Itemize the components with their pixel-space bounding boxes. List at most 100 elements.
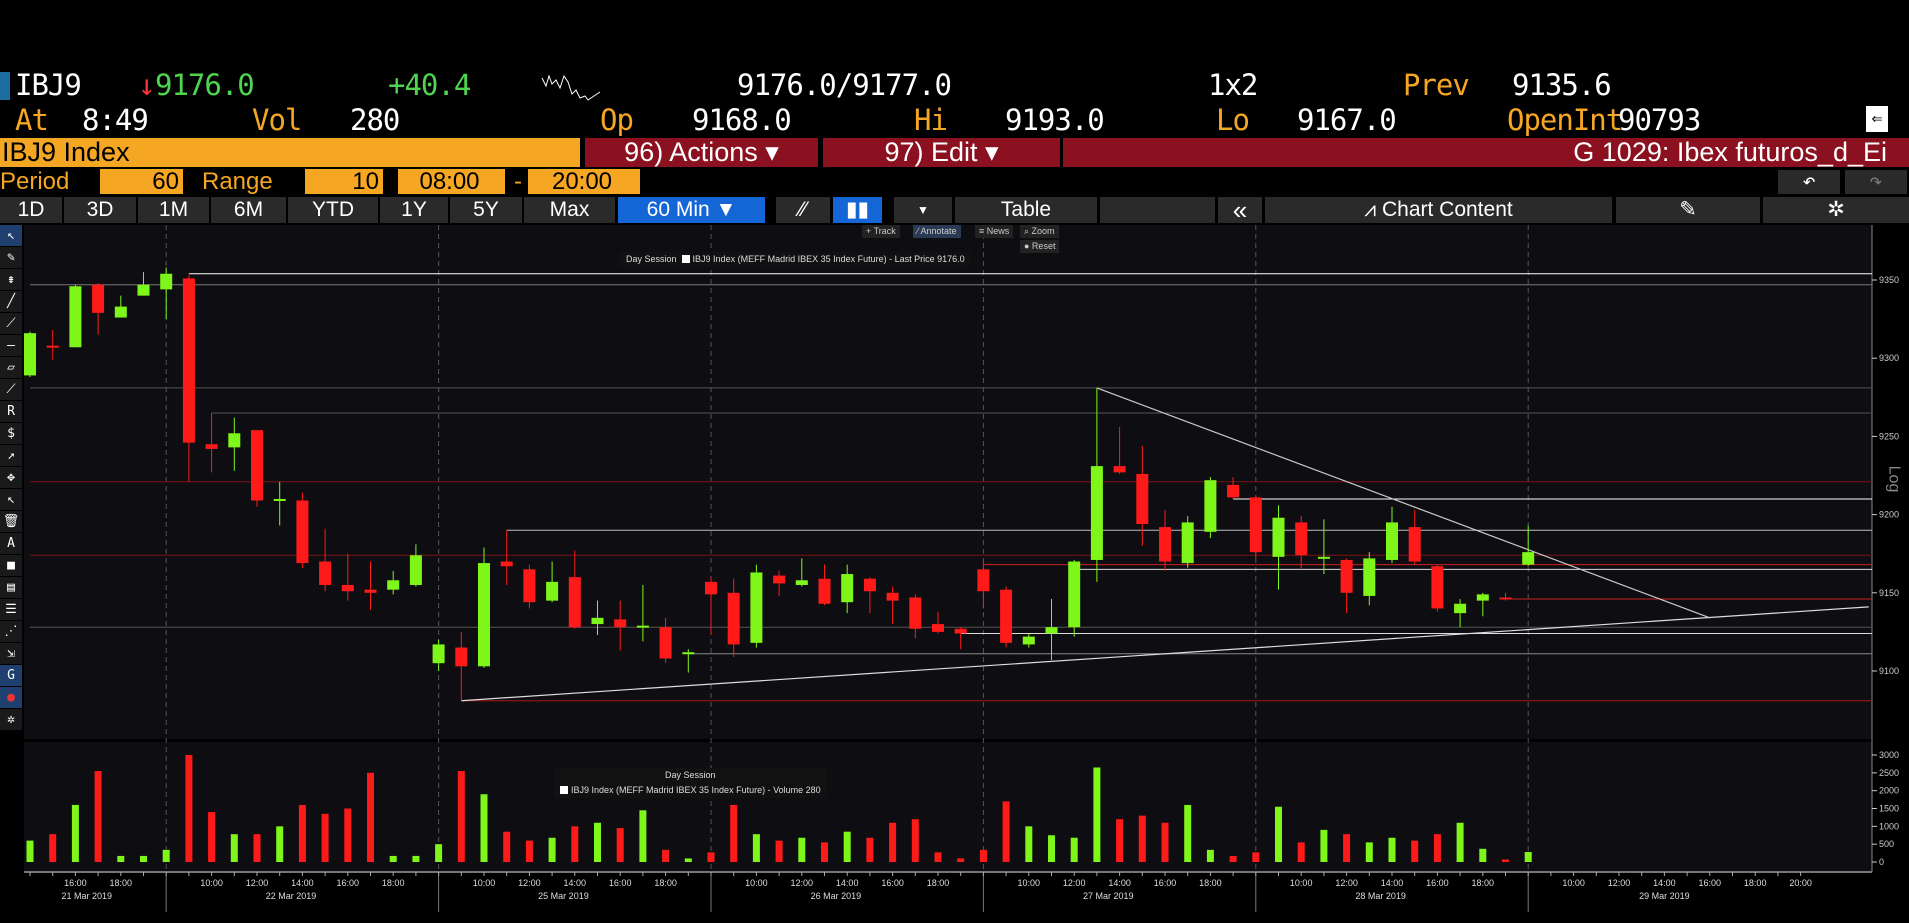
candle-up bbox=[114, 306, 127, 318]
candle-down bbox=[1113, 466, 1126, 473]
volume-bar bbox=[480, 794, 488, 862]
candle-down bbox=[886, 592, 899, 601]
price-chart[interactable]: 9350 9300 9250 9200 9150 9100 3000 2500 2000 1500… bbox=[0, 0, 1909, 923]
time-label: 14:00 bbox=[564, 878, 587, 888]
arrow-icon[interactable]: ↗ bbox=[0, 445, 22, 467]
candle-up bbox=[69, 286, 82, 348]
volume-bar bbox=[843, 831, 851, 862]
line-segment-icon[interactable]: ⟋ bbox=[0, 379, 22, 401]
time-label: 10:00 bbox=[1290, 878, 1313, 888]
candle-up bbox=[273, 498, 286, 501]
trendline-icon[interactable]: ╱ bbox=[0, 291, 22, 313]
news-button[interactable]: ≡ News bbox=[975, 225, 1014, 238]
volume-bar bbox=[1002, 801, 1010, 862]
tag-icon[interactable]: ⇲ bbox=[0, 643, 22, 665]
move-icon[interactable]: ✥ bbox=[0, 467, 22, 489]
volume-bar bbox=[979, 849, 987, 862]
volume-bar bbox=[276, 826, 284, 862]
cycle-icon[interactable]: G bbox=[0, 665, 22, 687]
volume-bar bbox=[1479, 848, 1487, 862]
trash-icon[interactable]: 🗑 bbox=[0, 511, 22, 533]
candle-up bbox=[841, 574, 854, 603]
reset-button[interactable]: ● Reset bbox=[1020, 240, 1060, 253]
candle-down bbox=[46, 345, 59, 348]
volume-bar bbox=[253, 834, 261, 862]
time-label: 16:00 bbox=[609, 878, 632, 888]
time-label: 16:00 bbox=[1699, 878, 1722, 888]
y-tick-label: 9350 bbox=[1879, 275, 1899, 285]
volume-bar bbox=[208, 812, 216, 862]
track-button[interactable]: + Track bbox=[862, 225, 900, 238]
time-label: 12:00 bbox=[1608, 878, 1631, 888]
retracement-icon[interactable]: R bbox=[0, 401, 22, 423]
time-label: 14:00 bbox=[1653, 878, 1676, 888]
candle-up bbox=[1090, 466, 1103, 560]
time-label: 16:00 bbox=[337, 878, 360, 888]
trendline bbox=[1096, 387, 1711, 619]
volume-bar bbox=[1365, 842, 1373, 862]
candle-up bbox=[387, 580, 400, 590]
volume-bar bbox=[1048, 835, 1055, 862]
volume-bar bbox=[775, 840, 783, 862]
candle-down bbox=[727, 592, 740, 645]
fibonacci-icon[interactable]: ⇟ bbox=[0, 269, 22, 291]
candle-up bbox=[1476, 594, 1489, 601]
ray-icon[interactable]: ⟋ bbox=[0, 313, 22, 335]
volume-bar bbox=[26, 840, 34, 862]
volume-bar bbox=[367, 772, 374, 862]
volume-bar bbox=[1524, 852, 1532, 862]
volume-bar bbox=[1388, 837, 1396, 862]
volume-bar bbox=[707, 852, 715, 862]
dotted-line-icon[interactable]: ⋰ bbox=[0, 621, 22, 643]
volume-legend-series: IBJ9 Index (MEFF Madrid IBEX 35 Index Fu… bbox=[571, 785, 821, 795]
time-label: 18:00 bbox=[654, 878, 677, 888]
candle-up bbox=[1068, 561, 1081, 628]
text-icon[interactable]: A bbox=[0, 533, 22, 555]
annotate-button[interactable]: ⁄ Annotate bbox=[913, 225, 961, 238]
candle-down bbox=[92, 284, 105, 313]
candle-up bbox=[432, 644, 445, 664]
pointer-icon[interactable]: ↖ bbox=[0, 225, 22, 247]
zoom-button[interactable]: ⌕ Zoom bbox=[1020, 225, 1059, 238]
tools-settings-icon[interactable]: ✲ bbox=[0, 709, 22, 731]
volume-tick-label: 0 bbox=[1879, 857, 1884, 867]
time-label: 12:00 bbox=[791, 878, 814, 888]
channel-icon[interactable]: ▱ bbox=[0, 357, 22, 379]
time-label: 18:00 bbox=[1744, 878, 1767, 888]
time-label: 14:00 bbox=[1108, 878, 1131, 888]
horizontal-line-icon[interactable]: — bbox=[0, 335, 22, 357]
bars-icon[interactable]: ▤ bbox=[0, 577, 22, 599]
candle-down bbox=[909, 597, 922, 629]
time-label: 10:00 bbox=[1562, 878, 1585, 888]
volume-bar bbox=[594, 822, 601, 862]
date-label: 22 Mar 2019 bbox=[266, 891, 317, 901]
candle-up bbox=[636, 625, 649, 628]
date-label: 28 Mar 2019 bbox=[1355, 891, 1406, 901]
list-icon[interactable]: ☰ bbox=[0, 599, 22, 621]
volume-bar bbox=[185, 755, 193, 862]
candle-up bbox=[160, 273, 173, 290]
volume-bar bbox=[934, 852, 942, 862]
candle-up bbox=[1272, 517, 1285, 557]
rectangle-icon[interactable]: ■ bbox=[0, 555, 22, 577]
color-icon[interactable]: ● bbox=[0, 687, 22, 709]
time-label: 14:00 bbox=[1381, 878, 1404, 888]
time-label: 10:00 bbox=[200, 878, 223, 888]
price-legend: Day Session IBJ9 Index (MEFF Madrid IBEX… bbox=[620, 252, 971, 267]
candle-down bbox=[1136, 473, 1149, 524]
volume-bar bbox=[94, 771, 102, 862]
select-icon[interactable]: ↖ bbox=[0, 489, 22, 511]
pen-icon[interactable]: ✎ bbox=[0, 247, 22, 269]
volume-bar bbox=[639, 810, 647, 862]
log-scale-label[interactable]: Log bbox=[1884, 466, 1902, 493]
candle-up bbox=[750, 572, 763, 643]
time-label: 16:00 bbox=[1426, 878, 1449, 888]
price-label-icon[interactable]: $ bbox=[0, 423, 22, 445]
volume-bar bbox=[571, 826, 579, 862]
volume-bar bbox=[389, 855, 397, 862]
volume-bar bbox=[71, 804, 79, 862]
volume-bar bbox=[162, 849, 170, 862]
volume-bar bbox=[684, 858, 692, 862]
legend-swatch bbox=[681, 255, 690, 263]
volume-bar bbox=[1025, 826, 1033, 862]
